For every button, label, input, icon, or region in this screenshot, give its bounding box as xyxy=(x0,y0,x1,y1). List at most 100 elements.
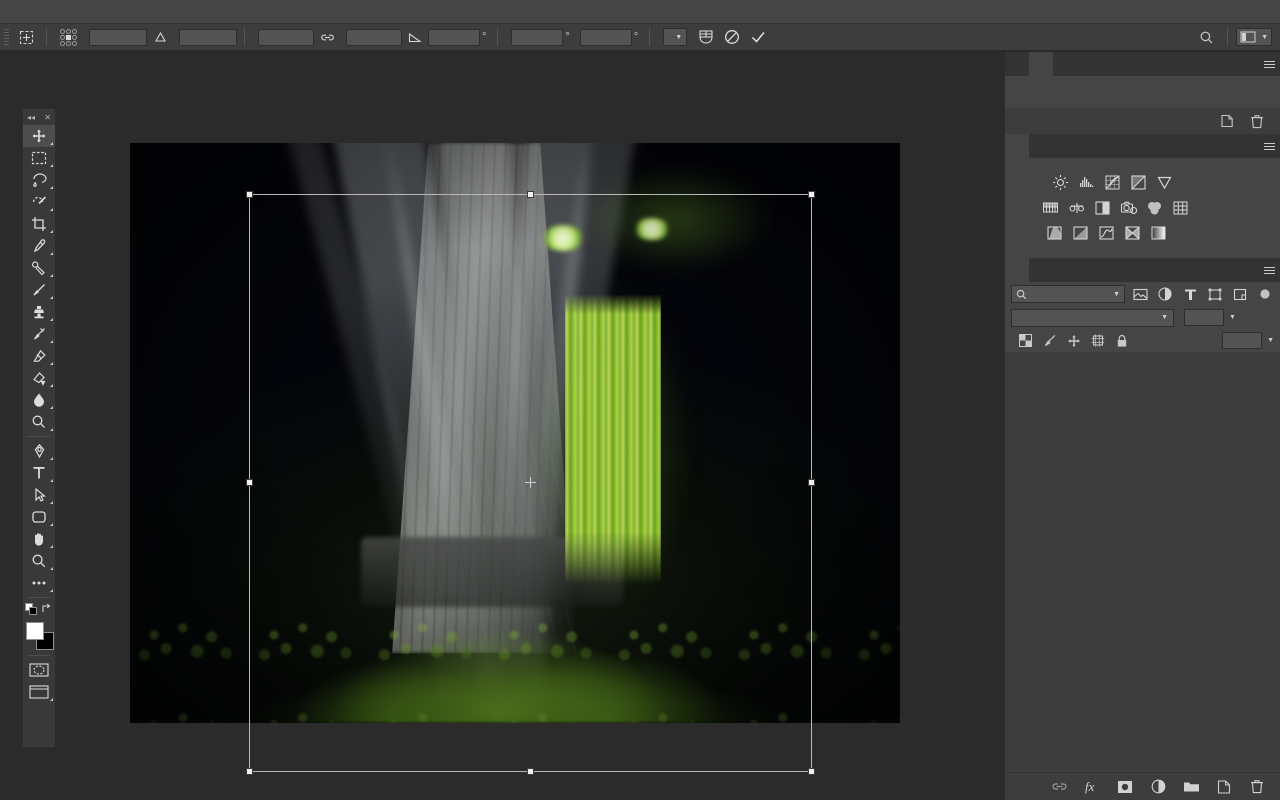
move-tool[interactable] xyxy=(23,125,55,147)
menu-ventana[interactable] xyxy=(174,0,190,24)
color-swatches[interactable] xyxy=(24,620,56,652)
document-canvas[interactable] xyxy=(130,143,900,723)
opacity-slider-chevron-icon[interactable]: ▼ xyxy=(1229,314,1236,321)
tool-flyout-indicator[interactable] xyxy=(50,428,53,431)
pen-tool[interactable] xyxy=(23,440,55,462)
rectangular-marquee-tool[interactable] xyxy=(23,147,55,169)
tool-flyout-indicator[interactable] xyxy=(50,208,53,211)
add-layer-mask-icon[interactable] xyxy=(1116,778,1134,796)
rotate-input[interactable] xyxy=(428,28,480,46)
menu-archivo[interactable] xyxy=(30,0,46,24)
dodge-tool[interactable] xyxy=(23,411,55,433)
screen-mode-icon[interactable] xyxy=(23,681,55,703)
tool-flyout-indicator[interactable] xyxy=(50,406,53,409)
crop-tool[interactable] xyxy=(23,213,55,235)
tool-flyout-indicator[interactable] xyxy=(50,545,53,548)
eraser-tool[interactable] xyxy=(23,345,55,367)
invert-adjustment-icon[interactable] xyxy=(1045,223,1064,242)
refpoint-mr[interactable] xyxy=(72,34,77,40)
blur-tool[interactable] xyxy=(23,389,55,411)
swap-colors-icon[interactable] xyxy=(41,603,53,615)
tool-flyout-indicator[interactable] xyxy=(50,589,53,592)
relative-position-icon[interactable] xyxy=(147,26,173,48)
tool-flyout-indicator[interactable] xyxy=(50,274,53,277)
zoom-tool[interactable] xyxy=(23,550,55,572)
blend-mode-select[interactable]: ▼ xyxy=(1011,308,1174,327)
menu-edicion[interactable] xyxy=(46,0,62,24)
collapse-panel-icon[interactable]: ◂◂ xyxy=(27,113,35,122)
menu-seleccion[interactable] xyxy=(110,0,126,24)
options-bar-grip[interactable] xyxy=(4,28,9,46)
swatches-grid-container[interactable] xyxy=(1005,76,1280,108)
filter-smart-object-layers-icon[interactable] xyxy=(1230,285,1249,303)
layer-style-fx-icon[interactable]: fx xyxy=(1083,778,1101,796)
eyedropper-tool[interactable] xyxy=(23,235,55,257)
brightness-contrast-adjustment-icon[interactable] xyxy=(1051,173,1070,192)
transform-handle-bottom-left[interactable] xyxy=(246,768,253,775)
tool-flyout-indicator[interactable] xyxy=(50,296,53,299)
menu-imagen[interactable] xyxy=(62,0,78,24)
levels-adjustment-icon[interactable] xyxy=(1077,173,1096,192)
vibrance-adjustment-icon[interactable] xyxy=(1155,173,1174,192)
lock-position-icon[interactable] xyxy=(1064,332,1083,350)
filter-adjustment-layers-icon[interactable] xyxy=(1156,285,1175,303)
link-layers-icon[interactable] xyxy=(1050,778,1068,796)
delete-layer-icon[interactable] xyxy=(1248,778,1266,796)
type-tool[interactable] xyxy=(23,462,55,484)
hue-saturation-adjustment-icon[interactable] xyxy=(1041,198,1060,217)
path-selection-tool[interactable] xyxy=(23,484,55,506)
lasso-tool[interactable] xyxy=(23,169,55,191)
filter-shape-layers-icon[interactable] xyxy=(1206,285,1225,303)
tool-flyout-indicator[interactable] xyxy=(50,698,53,701)
lock-all-icon[interactable] xyxy=(1112,332,1131,350)
new-adjustment-layer-icon[interactable] xyxy=(1149,778,1167,796)
panel-menu-icon[interactable] xyxy=(1258,134,1280,158)
opacity-input[interactable] xyxy=(1184,309,1224,326)
tool-flyout-indicator[interactable] xyxy=(50,252,53,255)
filter-toggle-icon[interactable] xyxy=(1255,285,1274,303)
hand-tool[interactable] xyxy=(23,528,55,550)
refpoint-tc[interactable] xyxy=(66,28,71,34)
skew-h-input[interactable] xyxy=(511,28,564,46)
tab-ajustes[interactable] xyxy=(1005,134,1029,158)
color-balance-adjustment-icon[interactable] xyxy=(1067,198,1086,217)
height-input[interactable] xyxy=(346,28,402,46)
tool-flyout-indicator[interactable] xyxy=(50,230,53,233)
refpoint-tr[interactable] xyxy=(72,28,77,34)
menu-vista[interactable] xyxy=(158,0,174,24)
menu-3d[interactable] xyxy=(142,0,158,24)
gradient-map-adjustment-icon[interactable] xyxy=(1149,223,1168,242)
tool-flyout-indicator[interactable] xyxy=(50,523,53,526)
panel-menu-icon[interactable] xyxy=(1258,258,1280,282)
menu-filtro[interactable] xyxy=(126,0,142,24)
refpoint-center[interactable] xyxy=(66,34,71,40)
spot-healing-brush-tool[interactable] xyxy=(23,257,55,279)
quick-selection-tool[interactable] xyxy=(23,191,55,213)
fill-input[interactable] xyxy=(1222,332,1263,349)
photo-filter-adjustment-icon[interactable] xyxy=(1119,198,1138,217)
refpoint-br[interactable] xyxy=(72,40,77,46)
curves-adjustment-icon[interactable] xyxy=(1103,173,1122,192)
tool-flyout-indicator[interactable] xyxy=(50,384,53,387)
reference-point-selector[interactable] xyxy=(60,28,77,46)
quick-mask-icon[interactable] xyxy=(23,659,55,681)
move-tool-icon[interactable] xyxy=(13,26,39,48)
search-icon[interactable] xyxy=(1193,26,1219,48)
refpoint-ml[interactable] xyxy=(60,34,65,40)
history-brush-tool[interactable] xyxy=(23,323,55,345)
default-colors-icon[interactable] xyxy=(25,603,37,615)
color-lookup-adjustment-icon[interactable] xyxy=(1171,198,1190,217)
posterize-adjustment-icon[interactable] xyxy=(1071,223,1090,242)
x-input[interactable] xyxy=(89,28,147,46)
tool-flyout-indicator[interactable] xyxy=(50,567,53,570)
tab-color[interactable] xyxy=(1005,52,1029,76)
transform-handle-bottom-right[interactable] xyxy=(808,768,815,775)
fill-slider-chevron-icon[interactable]: ▼ xyxy=(1267,337,1274,344)
y-input[interactable] xyxy=(179,28,237,46)
tab-trazados[interactable] xyxy=(1053,258,1077,282)
tab-canales[interactable] xyxy=(1029,258,1053,282)
workspace-switcher-icon[interactable]: ▼ xyxy=(1236,28,1272,46)
interpolation-select[interactable]: ▼ xyxy=(663,28,688,46)
panel-menu-icon[interactable] xyxy=(1258,52,1280,76)
tool-flyout-indicator[interactable] xyxy=(50,479,53,482)
